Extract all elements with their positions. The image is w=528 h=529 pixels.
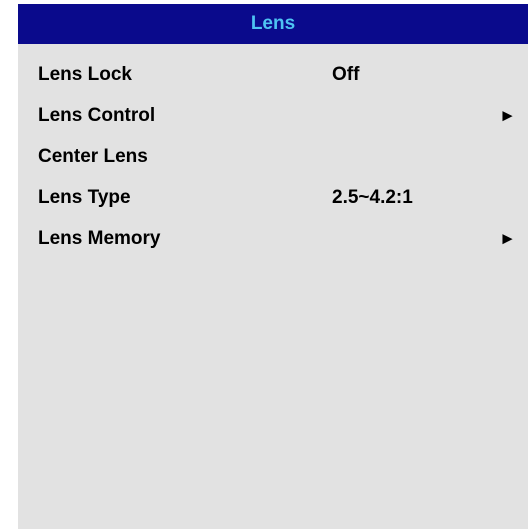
lens-menu: Lens Lens Lock Off Lens Control ► Center… bbox=[18, 4, 528, 529]
menu-item-value: Off bbox=[332, 64, 360, 85]
menu-item-label: Center Lens bbox=[38, 146, 148, 167]
menu-item-label: Lens Memory bbox=[38, 228, 161, 249]
menu-item-label: Lens Lock bbox=[38, 64, 132, 85]
menu-item-lens-type[interactable]: Lens Type 2.5~4.2:1 bbox=[18, 177, 528, 218]
submenu-arrow-icon: ► bbox=[499, 229, 516, 248]
menu-header: Lens bbox=[18, 4, 528, 44]
menu-item-label: Lens Type bbox=[38, 187, 131, 208]
menu-item-label: Lens Control bbox=[38, 105, 156, 126]
menu-item-value: 2.5~4.2:1 bbox=[332, 187, 413, 208]
menu-item-lens-lock[interactable]: Lens Lock Off bbox=[18, 54, 528, 95]
menu-title: Lens bbox=[250, 13, 296, 34]
menu-list: Lens Lock Off Lens Control ► Center Lens… bbox=[18, 44, 528, 259]
menu-item-lens-control[interactable]: Lens Control ► bbox=[18, 95, 528, 136]
submenu-arrow-icon: ► bbox=[499, 106, 516, 125]
menu-item-lens-memory[interactable]: Lens Memory ► bbox=[18, 218, 528, 259]
menu-item-center-lens[interactable]: Center Lens bbox=[18, 136, 528, 177]
